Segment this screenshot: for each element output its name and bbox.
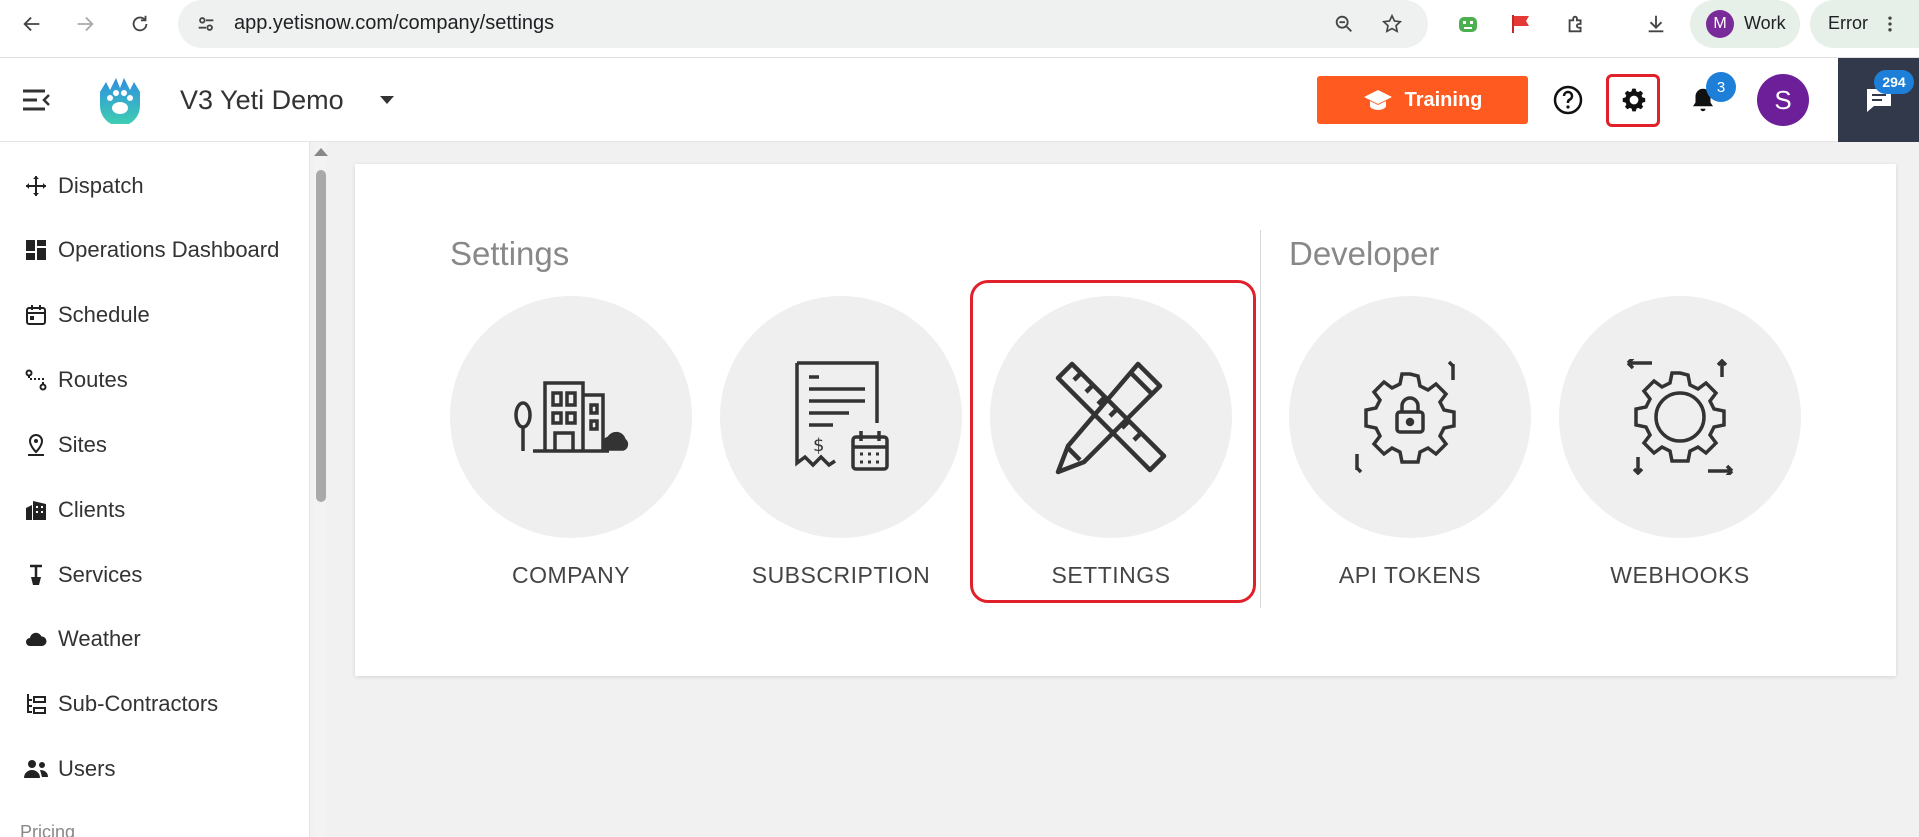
zoom-button[interactable] [1328,9,1360,39]
sidebar: Dispatch Operations Dashboard Schedule R… [0,142,310,837]
download-icon [1648,15,1664,33]
scroll-up-arrow-icon[interactable] [314,148,328,156]
back-button[interactable] [14,8,50,40]
settings-tile-circle [990,296,1232,538]
sidebar-item-label: Services [58,562,143,587]
api-tokens-tile[interactable]: API TOKENS [1289,296,1531,588]
sidebar-item-dispatch[interactable]: Dispatch [0,161,305,211]
subscription-tile-circle: $ [720,296,962,538]
yeti-paw-logo-icon[interactable] [96,76,144,124]
shovel-icon [22,561,50,589]
reload-button[interactable] [122,8,158,40]
company-dropdown-caret-icon[interactable] [380,96,394,104]
developer-section-title: Developer [1289,235,1440,272]
sidebar-item-weather[interactable]: Weather [0,614,305,664]
error-label: Error [1828,13,1868,33]
company-tile-circle [450,296,692,538]
sidebar-item-schedule[interactable]: Schedule [0,290,305,340]
settings-tile[interactable]: SETTINGS [990,296,1232,588]
profile-name: Work [1744,13,1786,33]
invoice-calendar-icon: $ [795,361,889,471]
sidebar-item-label: Sites [58,432,107,457]
subscription-tile[interactable]: $ SUBSCRIPTION [720,296,962,588]
sidebar-item-label: Sub-Contractors [58,691,219,716]
back-arrow-icon [23,16,40,32]
chat-badge: 294 [1874,70,1914,94]
profile-avatar: M [1706,10,1734,38]
notifications-badge: 3 [1706,72,1736,102]
sidebar-item-routes[interactable]: Routes [0,355,305,405]
webhooks-tile[interactable]: WEBHOOKS [1559,296,1801,588]
star-icon [1381,13,1403,33]
gear-lock-icon [1355,360,1456,474]
building-icon [22,496,50,524]
sidebar-item-users[interactable]: Users [0,744,305,794]
tune-icon [198,17,214,31]
settings-section-title: Settings [450,235,570,272]
sidebar-item-label: Routes [58,367,128,392]
bookmark-button[interactable] [1376,9,1408,39]
sidebar-item-sub-contractors[interactable]: Sub-Contractors [0,679,305,729]
sidebar-item-operations-dashboard[interactable]: Operations Dashboard [0,225,305,275]
sidebar-item-label: Schedule [58,302,150,327]
section-divider [1260,230,1261,608]
route-icon [22,366,50,394]
move-arrows-icon [22,172,50,200]
api-tokens-tile-circle [1289,296,1531,538]
sidebar-item-label: Users [58,756,116,781]
ruler-pencil-icon [1055,361,1167,475]
settings-button[interactable] [1614,80,1654,120]
site-info-button[interactable] [190,9,222,39]
sidebar-item-sites[interactable]: Sites [0,420,305,470]
sidebar-item-label: Operations Dashboard [58,237,280,262]
company-tile[interactable]: COMPANY [450,296,692,588]
extension-robot-button[interactable] [1452,9,1484,39]
location-pin-icon [22,431,50,459]
svg-text:$: $ [813,435,824,456]
browser-toolbar: app.yetisnow.com/company/settings M Work… [0,0,1919,58]
company-selector-label[interactable]: V3 Yeti Demo [180,85,344,116]
more-options-icon[interactable] [1880,14,1900,34]
tile-label: WEBHOOKS [1610,562,1750,588]
menu-collapse-icon[interactable] [20,86,52,114]
hierarchy-icon [22,690,50,718]
graduation-cap-icon [1363,90,1392,110]
forward-button[interactable] [67,8,103,40]
url-text: app.yetisnow.com/company/settings [234,12,555,34]
help-button[interactable] [1548,80,1588,120]
dashboard-icon [22,236,50,264]
training-label: Training [1404,88,1483,111]
sidebar-section-heading: Pricing [20,822,76,837]
tile-label: SETTINGS [1051,562,1171,588]
sidebar-item-label: Dispatch [58,173,144,198]
sidebar-item-clients[interactable]: Clients [0,485,305,535]
calendar-icon [22,301,50,329]
help-icon [1553,85,1583,115]
gear-sync-icon [1626,359,1734,475]
webhooks-tile-circle [1559,296,1801,538]
training-button[interactable]: Training [1317,76,1528,124]
users-icon [22,755,50,783]
cloud-icon [22,625,50,653]
extensions-button[interactable] [1560,9,1592,39]
robot-icon [1459,17,1477,32]
reload-icon [132,15,148,32]
flag-icon [1512,15,1529,33]
sidebar-item-label: Weather [58,626,141,651]
sidebar-item-label: Clients [58,497,126,522]
forward-arrow-icon [77,16,94,32]
gear-icon [1622,88,1646,112]
user-avatar[interactable]: S [1757,74,1809,126]
sidebar-item-services[interactable]: Services [0,550,305,600]
sidebar-scroll-thumb[interactable] [316,170,326,502]
downloads-button[interactable] [1640,9,1672,39]
zoom-out-icon [1335,15,1352,32]
puzzle-icon [1568,15,1582,33]
company-building-icon [514,381,629,453]
extension-flag-button[interactable] [1505,9,1537,39]
app-header: V3 Yeti Demo Training 3 S 294 [0,58,1919,142]
